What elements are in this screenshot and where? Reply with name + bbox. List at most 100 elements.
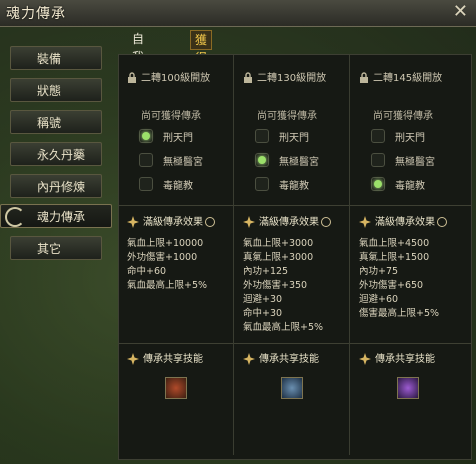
radio-box — [255, 153, 269, 167]
sidebar-item-label: 稱號 — [37, 116, 62, 130]
available-label: 尚可獲得傳承 — [141, 111, 201, 122]
close-icon[interactable]: ✕ — [453, 3, 468, 21]
effect-item: 氣血最高上限+5% — [127, 280, 208, 291]
poison-skill-icon[interactable] — [397, 377, 419, 399]
effect-item: 命中+30 — [243, 308, 283, 319]
effect-item: 氣血上限+10000 — [127, 238, 204, 249]
effects-header: 滿級傳承效果 — [127, 213, 227, 233]
skill-header: 傳承共享技能 — [127, 351, 231, 369]
spark-icon — [359, 353, 371, 365]
option-label: 刑天門 — [395, 133, 425, 144]
unlock-header: 二轉100級開放 — [127, 69, 231, 84]
available-label: 尚可獲得傳承 — [373, 111, 433, 122]
radio-box — [139, 177, 153, 191]
sidebar-item-label: 裝備 — [37, 52, 62, 66]
effects-header: 滿級傳承效果 — [243, 213, 343, 233]
sidebar-item-soul-inheritance[interactable]: 魂力傳承 — [0, 204, 112, 228]
unlock-label: 二轉100級開放 — [141, 73, 211, 84]
inheritance-panel: 二轉100級開放 尚可獲得傳承 刑天門 無極醫宮 毒龍教 滿級傳承效果 氣血上限… — [118, 54, 472, 460]
radio-box — [255, 129, 269, 143]
title-bar: 魂力傳承 ✕ — [0, 0, 476, 27]
sidebar-item-equipment[interactable]: 裝備 — [10, 46, 102, 70]
skill-title: 傳承共享技能 — [143, 354, 203, 365]
spark-icon — [243, 216, 255, 228]
sidebar-item-label: 內丹修煉 — [37, 180, 86, 194]
sidebar-item-title[interactable]: 稱號 — [10, 110, 102, 134]
unlock-header: 二轉130級開放 — [243, 69, 347, 84]
skill-header: 傳承共享技能 — [359, 351, 463, 369]
effects-list: 氣血上限+3000 真氣上限+3000 內功+125 外功傷害+350 迴避+3… — [243, 237, 353, 335]
unlock-label: 二轉145級開放 — [373, 73, 443, 84]
effects-list: 氣血上限+4500 真氣上限+1500 內功+75 外功傷害+650 迴避+60… — [359, 237, 469, 321]
sidebar-item-label: 魂力傳承 — [37, 210, 86, 224]
sidebar-item-label: 其它 — [37, 242, 62, 256]
effect-item: 外功傷害+350 — [243, 280, 308, 291]
unlock-label: 二轉130級開放 — [257, 73, 327, 84]
sidebar-item-label: 狀態 — [37, 84, 62, 98]
option-label: 無極醫宮 — [163, 157, 203, 168]
option-label: 毒龍教 — [395, 181, 425, 192]
sidebar-item-other[interactable]: 其它 — [10, 236, 102, 260]
effect-item: 外功傷害+1000 — [127, 252, 198, 263]
option-label: 毒龍教 — [163, 181, 193, 192]
tab-acquired-inheritance[interactable]: 獲得傳承 — [190, 30, 213, 101]
info-icon[interactable] — [321, 217, 331, 227]
available-label: 尚可獲得傳承 — [257, 111, 317, 122]
radio-box — [255, 177, 269, 191]
healer-skill-icon[interactable] — [281, 377, 303, 399]
effect-item: 傷害最高上限+5% — [359, 308, 440, 319]
effect-item: 氣血上限+4500 — [359, 238, 430, 249]
skill-title: 傳承共享技能 — [375, 354, 435, 365]
tab-self-training[interactable]: 自我修練 — [128, 30, 148, 100]
swirl-icon — [5, 207, 25, 227]
info-icon[interactable] — [437, 217, 447, 227]
effect-item: 內功+125 — [243, 266, 289, 277]
radio-box — [139, 153, 153, 167]
spark-icon — [127, 216, 139, 228]
effects-title: 滿級傳承效果 — [143, 217, 203, 228]
selected-dot-icon — [258, 156, 266, 164]
info-icon[interactable] — [205, 217, 215, 227]
effect-item: 真氣上限+1500 — [359, 252, 430, 263]
lock-icon — [360, 72, 368, 83]
window-title: 魂力傳承 — [6, 6, 66, 22]
inheritance-column-2: 二轉130級開放 尚可獲得傳承 刑天門 無極醫宮 毒龍教 滿級傳承效果 氣血上限… — [235, 55, 350, 455]
effect-item: 外功傷害+650 — [359, 280, 424, 291]
sidebar-item-status[interactable]: 狀態 — [10, 78, 102, 102]
effect-item: 迴避+60 — [359, 294, 399, 305]
sidebar-item-inner-core[interactable]: 內丹修煉 — [10, 174, 102, 198]
effect-item: 氣血上限+3000 — [243, 238, 314, 249]
radio-box — [371, 153, 385, 167]
radio-box — [139, 129, 153, 143]
selected-dot-icon — [142, 132, 150, 140]
inheritance-column-1: 二轉100級開放 尚可獲得傳承 刑天門 無極醫宮 毒龍教 滿級傳承效果 氣血上限… — [119, 55, 234, 455]
inheritance-window: 魂力傳承 ✕ 裝備 狀態 稱號 永久丹藥 內丹修煉 魂力傳承 其它 自我修練 獲… — [0, 0, 476, 464]
spark-icon — [243, 353, 255, 365]
selected-dot-icon — [374, 180, 382, 188]
unlock-header: 二轉145級開放 — [359, 69, 463, 84]
skill-header: 傳承共享技能 — [243, 351, 347, 369]
option-label: 無極醫宮 — [395, 157, 435, 168]
effects-title: 滿級傳承效果 — [375, 217, 435, 228]
lock-icon — [128, 72, 136, 83]
option-label: 毒龍教 — [279, 181, 309, 192]
spark-icon — [127, 353, 139, 365]
radio-box — [371, 129, 385, 143]
warrior-skill-icon[interactable] — [165, 377, 187, 399]
option-label: 刑天門 — [279, 133, 309, 144]
inheritance-column-3: 二轉145級開放 尚可獲得傳承 刑天門 無極醫宮 毒龍教 滿級傳承效果 氣血上限… — [351, 55, 465, 455]
spark-icon — [359, 216, 371, 228]
effect-item: 真氣上限+3000 — [243, 252, 314, 263]
skill-title: 傳承共享技能 — [259, 354, 319, 365]
effects-header: 滿級傳承效果 — [359, 213, 459, 233]
effect-item: 內功+75 — [359, 266, 399, 277]
effect-item: 氣血最高上限+5% — [243, 322, 324, 333]
effect-item: 迴避+30 — [243, 294, 283, 305]
effects-list: 氣血上限+10000 外功傷害+1000 命中+60 氣血最高上限+5% — [127, 237, 237, 293]
sidebar-item-label: 永久丹藥 — [37, 148, 86, 162]
effect-item: 命中+60 — [127, 266, 167, 277]
effects-title: 滿級傳承效果 — [259, 217, 319, 228]
lock-icon — [244, 72, 252, 83]
option-label: 刑天門 — [163, 133, 193, 144]
sidebar-item-permanent-elixir[interactable]: 永久丹藥 — [10, 142, 102, 166]
